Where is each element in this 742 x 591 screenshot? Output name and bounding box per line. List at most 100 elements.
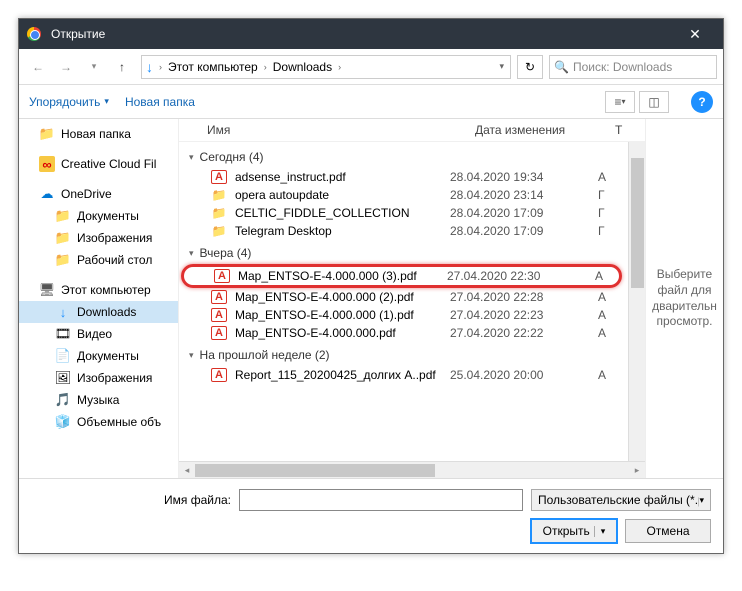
folder-icon: 📁 xyxy=(39,126,55,142)
group-header[interactable]: ▾Сегодня (4) xyxy=(181,144,622,168)
chevron-down-icon[interactable]: ▾ xyxy=(497,61,506,72)
file-name: Map_ENTSO-E-4.000.000.pdf xyxy=(235,326,442,340)
back-button[interactable]: ← xyxy=(25,54,51,80)
file-list: Имя Дата изменения Т ▾Сегодня (4)Aadsens… xyxy=(179,119,645,478)
file-row[interactable]: AMap_ENTSO-E-4.000.000 (3).pdf27.04.2020… xyxy=(181,264,622,288)
filename-input[interactable] xyxy=(239,489,523,511)
help-button[interactable]: ? xyxy=(691,91,713,113)
file-type: A xyxy=(598,308,618,322)
file-type: Г xyxy=(598,206,618,220)
sidebar-item-creative-cloud[interactable]: ∞Creative Cloud Fil xyxy=(19,153,178,175)
vertical-scrollbar[interactable] xyxy=(628,142,645,461)
footer: Имя файла: Пользовательские файлы (*.p ▾… xyxy=(19,478,723,553)
breadcrumb-this-pc[interactable]: Этот компьютер xyxy=(164,60,262,74)
file-date: 27.04.2020 22:22 xyxy=(450,326,590,340)
pdf-icon: A xyxy=(211,368,227,382)
downloads-location-icon: ↓ xyxy=(146,59,153,75)
file-row[interactable]: A Map_ENTSO-E-4.000.000.pdf 27.04.2020 22:… xyxy=(181,324,622,342)
filetype-filter[interactable]: Пользовательские файлы (*.p ▾ xyxy=(531,489,711,511)
forward-button: → xyxy=(53,54,79,80)
pdf-icon: A xyxy=(211,326,227,340)
file-name: Map_ENTSO-E-4.000.000 (2).pdf xyxy=(235,290,442,304)
refresh-button[interactable]: ↻ xyxy=(517,55,543,79)
up-button[interactable]: ↑ xyxy=(109,54,135,80)
sidebar-item-this-pc[interactable]: 🖥Этот компьютер xyxy=(19,279,178,301)
file-row[interactable]: AMap_ENTSO-E-4.000.000 (1).pdf27.04.2020… xyxy=(181,306,622,324)
sidebar-item-3d-objects[interactable]: 🧊Объемные объ xyxy=(19,411,178,433)
breadcrumb-downloads[interactable]: Downloads xyxy=(269,60,336,74)
file-row[interactable]: 📁opera autoupdate28.04.2020 23:14Г xyxy=(181,186,622,204)
scroll-right-arrow[interactable]: ▸ xyxy=(629,462,645,478)
sidebar-item-onedrive[interactable]: ☁OneDrive xyxy=(19,183,178,205)
filename-label: Имя файла: xyxy=(31,493,231,507)
search-icon: 🔍 xyxy=(554,60,569,74)
chevron-right-icon: › xyxy=(262,62,269,72)
close-button[interactable]: ✕ xyxy=(675,26,715,43)
toolbar: Упорядочить ▾ Новая папка ≡ ▾ ◫ ? xyxy=(19,85,723,119)
file-row[interactable]: Aadsense_instruct.pdf28.04.2020 19:34A xyxy=(181,168,622,186)
new-folder-button[interactable]: Новая папка xyxy=(125,95,195,109)
sidebar-item-pictures2[interactable]: 🖼Изображения xyxy=(19,367,178,389)
file-type: A xyxy=(598,290,618,304)
sidebar-item-desktop[interactable]: 📁Рабочий стол xyxy=(19,249,178,271)
file-row[interactable]: A Map_ENTSO-E-4.000.000 (2).pdf 27.04.2020… xyxy=(181,288,622,306)
cancel-button[interactable]: Отмена xyxy=(625,519,711,543)
group-header[interactable]: ▾На прошлой неделе (2) xyxy=(181,342,622,366)
column-type[interactable]: Т xyxy=(615,123,635,137)
view-mode-button[interactable]: ≡ ▾ xyxy=(605,91,635,113)
search-placeholder: Поиск: Downloads xyxy=(573,60,672,74)
file-type: A xyxy=(598,326,618,340)
file-date: 28.04.2020 17:09 xyxy=(450,206,590,220)
pdf-icon: A xyxy=(211,290,227,304)
sidebar-item-music[interactable]: 🎵Музыка xyxy=(19,389,178,411)
chevron-right-icon: › xyxy=(157,62,164,72)
file-name: CELTIC_FIDDLE_COLLECTION xyxy=(235,206,442,220)
file-row[interactable]: 📁Telegram Desktop28.04.2020 17:09Г xyxy=(181,222,622,240)
chevron-down-icon: ▾ xyxy=(104,96,109,107)
open-button[interactable]: Открыть ▾ xyxy=(531,519,617,543)
file-type: A xyxy=(598,368,618,382)
preview-pane: Выберите файл для дварительн просмотр. xyxy=(645,119,723,478)
breadcrumb[interactable]: ↓ › Этот компьютер › Downloads › ▾ xyxy=(141,55,511,79)
group-header[interactable]: ▾Вчера (4) xyxy=(181,240,622,264)
organize-menu[interactable]: Упорядочить ▾ xyxy=(29,95,109,109)
file-row[interactable]: A Report_115_20200425_долгих A..pdf 25.04.… xyxy=(181,366,622,384)
column-headers[interactable]: Имя Дата изменения Т xyxy=(179,119,645,142)
navigation-tree[interactable]: 📁Новая папка ∞Creative Cloud Fil ☁OneDri… xyxy=(19,119,179,478)
chevron-down-icon: ▾ xyxy=(699,495,704,506)
scrollbar-thumb[interactable] xyxy=(195,464,435,477)
file-type: Г xyxy=(598,224,618,238)
file-name: opera autoupdate xyxy=(235,188,442,202)
file-name: Map_ENTSO-E-4.000.000 (3).pdf xyxy=(238,269,439,283)
recent-dropdown[interactable]: ▾ xyxy=(81,54,107,80)
scroll-left-arrow[interactable]: ◂ xyxy=(179,462,195,478)
onedrive-icon: ☁ xyxy=(39,186,55,202)
scrollbar-thumb[interactable] xyxy=(631,158,644,288)
folder-icon: 📁 xyxy=(55,230,71,246)
file-type: A xyxy=(598,170,618,184)
file-date: 27.04.2020 22:28 xyxy=(450,290,590,304)
split-chevron-icon: ▾ xyxy=(594,526,606,537)
sidebar-item-downloads[interactable]: ↓Downloads xyxy=(19,301,178,323)
horizontal-scrollbar[interactable]: ◂ ▸ xyxy=(179,461,645,478)
search-input[interactable]: 🔍 Поиск: Downloads xyxy=(549,55,717,79)
file-type: Г xyxy=(598,188,618,202)
file-date: 27.04.2020 22:23 xyxy=(450,308,590,322)
sidebar-item-pictures[interactable]: 📁Изображения xyxy=(19,227,178,249)
sidebar-item-new-folder[interactable]: 📁Новая папка xyxy=(19,123,178,145)
sidebar-item-videos[interactable]: 🎞Видео xyxy=(19,323,178,345)
column-name[interactable]: Имя xyxy=(189,123,475,137)
folder-icon: 📁 xyxy=(211,206,227,220)
view-buttons: ≡ ▾ ◫ xyxy=(605,91,669,113)
documents-icon: 📄 xyxy=(55,348,71,364)
file-name: Report_115_20200425_долгих A..pdf xyxy=(235,368,442,382)
pdf-icon: A xyxy=(214,269,230,283)
column-date[interactable]: Дата изменения xyxy=(475,123,615,137)
creative-cloud-icon: ∞ xyxy=(39,156,55,172)
sidebar-item-documents2[interactable]: 📄Документы xyxy=(19,345,178,367)
file-date: 25.04.2020 20:00 xyxy=(450,368,590,382)
preview-pane-button[interactable]: ◫ xyxy=(639,91,669,113)
file-rows[interactable]: ▾Сегодня (4)Aadsense_instruct.pdf28.04.2… xyxy=(179,142,628,461)
file-row[interactable]: 📁 CELTIC_FIDDLE_COLLECTION 28.04.2020 17:0… xyxy=(181,204,622,222)
sidebar-item-documents[interactable]: 📁Документы xyxy=(19,205,178,227)
